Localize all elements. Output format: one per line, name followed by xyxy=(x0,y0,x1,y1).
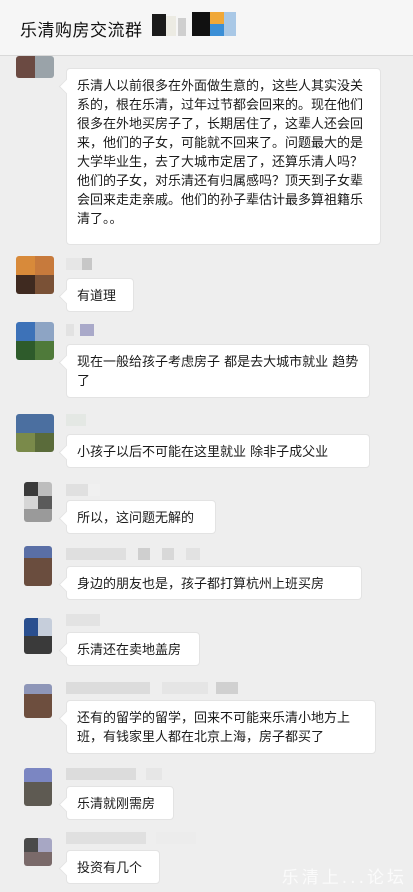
avatar[interactable] xyxy=(24,618,52,654)
sender-name xyxy=(66,484,106,496)
message-bubble: 小孩子以后不可能在这里就业 除非子成父业 xyxy=(66,434,370,468)
message-bubble: 乐清就刚需房 xyxy=(66,786,174,820)
message-bubble: 所以，这问题无解的 xyxy=(66,500,216,534)
forum-watermark: 乐清上...论坛 xyxy=(281,868,407,888)
chat-message: 现在一般给孩子考虑房子 都是去大城市就业 趋势了 xyxy=(0,320,413,402)
chat-message: 还有的留学的留学，回来不可能来乐清小地方上班，有钱家里人都在北京上海，房子都买了 xyxy=(0,680,413,760)
chat-message: 乐清就刚需房 xyxy=(0,766,413,822)
sender-name xyxy=(66,414,106,426)
avatar[interactable] xyxy=(24,768,52,806)
avatar[interactable] xyxy=(16,322,54,360)
avatar[interactable] xyxy=(16,256,54,294)
sender-name xyxy=(66,682,266,694)
message-bubble: 现在一般给孩子考虑房子 都是去大城市就业 趋势了 xyxy=(66,344,370,398)
sender-name xyxy=(66,614,106,626)
sender-name xyxy=(66,548,216,560)
message-bubble: 身边的朋友也是，孩子都打算杭州上班买房 xyxy=(66,566,362,600)
sender-name xyxy=(66,324,106,336)
message-bubble: 还有的留学的留学，回来不可能来乐清小地方上班，有钱家里人都在北京上海，房子都买了 xyxy=(66,700,376,754)
chat-title-bar: 乐清购房交流群 xyxy=(0,0,413,56)
message-bubble: 有道理 xyxy=(66,278,134,312)
avatar[interactable] xyxy=(16,56,54,78)
sender-name xyxy=(66,768,266,780)
avatar[interactable] xyxy=(24,482,52,522)
chat-message: 有道理 xyxy=(0,256,413,316)
message-bubble: 投资有几个 xyxy=(66,850,160,884)
avatar[interactable] xyxy=(16,414,54,452)
chat-message: 所以，这问题无解的 xyxy=(0,482,413,536)
chat-message: 身边的朋友也是，孩子都打算杭州上班买房 xyxy=(0,544,413,604)
chat-message: 乐清还在卖地盖房 xyxy=(0,614,413,674)
sender-name xyxy=(66,832,266,844)
group-title: 乐清购房交流群 xyxy=(20,21,143,41)
message-bubble: 乐清还在卖地盖房 xyxy=(66,632,200,666)
avatar[interactable] xyxy=(24,684,52,718)
chat-message: 小孩子以后不可能在这里就业 除非子成父业 xyxy=(0,410,413,470)
avatar[interactable] xyxy=(24,838,52,866)
sender-name xyxy=(66,258,106,270)
chat-message: 乐清人以前很多在外面做生意的，这些人其实没关系的，根在乐清，过年过节都会回来的。… xyxy=(0,56,413,246)
message-bubble: 乐清人以前很多在外面做生意的，这些人其实没关系的，根在乐清，过年过节都会回来的。… xyxy=(66,68,381,245)
avatar[interactable] xyxy=(24,546,52,586)
